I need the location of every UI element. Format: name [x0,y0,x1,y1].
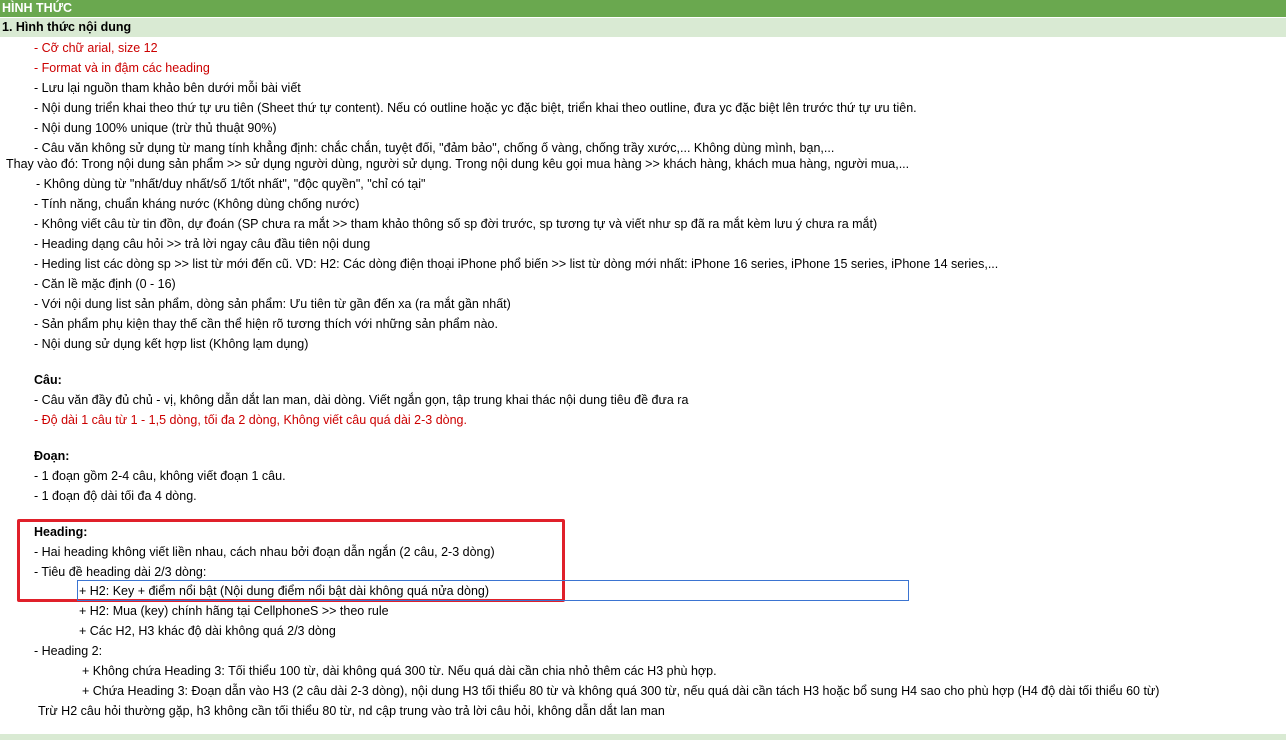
selected-cell[interactable] [77,580,909,601]
row-format-heading[interactable]: - Format và in đậm các heading [34,58,210,78]
sheet-header[interactable]: HÌNH THỨC [0,0,1286,17]
row-paragraph-length[interactable]: - 1 đoạn độ dài tối đa 4 dòng. [34,486,197,506]
subheading-sentence[interactable]: Câu: [34,370,62,390]
section-title[interactable]: 1. Hình thức nội dung [0,18,1286,37]
row-font-size[interactable]: - Cỡ chữ arial, size 12 [34,38,158,58]
row-priority[interactable]: - Nội dung triển khai theo thứ tự ưu tiê… [34,98,917,118]
row-h2-buy[interactable]: + H2: Mua (key) chính hãng tại Cellphone… [79,601,389,621]
row-question-heading[interactable]: - Heading dạng câu hỏi >> trả lời ngay c… [34,234,370,254]
row-accessory[interactable]: - Sản phẩm phụ kiện thay thế cần thể hiệ… [34,314,498,334]
row-reference[interactable]: - Lưu lại nguồn tham khảo bên dưới mỗi b… [34,78,301,98]
row-heading-2[interactable]: - Heading 2: [34,641,102,661]
bottom-band [0,734,1286,740]
row-list-order[interactable]: - Heding list các dòng sp >> list từ mới… [34,254,998,274]
row-product-list[interactable]: - Với nội dung list sản phẩm, dòng sản p… [34,294,511,314]
row-margin[interactable]: - Căn lề mặc định (0 - 16) [34,274,176,294]
row-no-superlative[interactable]: - Không dùng từ "nhất/duy nhất/số 1/tốt … [36,174,425,194]
row-no-rumor[interactable]: - Không viết câu từ tin đồn, dự đoán (SP… [34,214,877,234]
row-use-list[interactable]: - Nội dung sử dụng kết hợp list (Không l… [34,334,308,354]
row-sentence-length[interactable]: - Độ dài 1 câu từ 1 - 1,5 dòng, tối đa 2… [34,410,467,430]
row-faq-exception[interactable]: Trừ H2 câu hỏi thường gặp, h3 không cần … [38,701,665,721]
row-instead[interactable]: Thay vào đó: Trong nội dung sản phẩm >> … [6,154,909,174]
row-h2-h3-other[interactable]: + Các H2, H3 khác độ dài không quá 2/3 d… [79,621,336,641]
row-sentence-full[interactable]: - Câu văn đầy đủ chủ - vị, không dẫn dắt… [34,390,688,410]
row-paragraph-sentences[interactable]: - 1 đoạn gồm 2-4 câu, không viết đoạn 1 … [34,466,286,486]
row-with-h3[interactable]: + Chứa Heading 3: Đoạn dẫn vào H3 (2 câu… [82,681,1159,701]
row-water-resistance[interactable]: - Tính năng, chuẩn kháng nước (Không dùn… [34,194,359,214]
row-unique[interactable]: - Nội dung 100% unique (trừ thủ thuật 90… [34,118,277,138]
row-no-h3[interactable]: + Không chứa Heading 3: Tối thiểu 100 từ… [82,661,717,681]
subheading-paragraph[interactable]: Đoạn: [34,446,69,466]
